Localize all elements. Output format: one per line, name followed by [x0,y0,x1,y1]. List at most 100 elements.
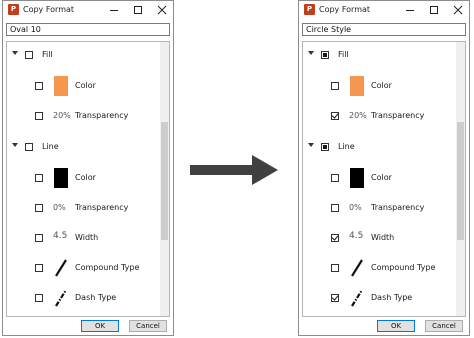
line-width-checkbox[interactable] [35,234,43,242]
line-color-checkbox[interactable] [331,174,339,182]
line-group-checkbox[interactable] [321,143,329,151]
transparency-value: 0% [349,203,362,212]
ok-button[interactable]: OK [377,320,415,332]
item-label: Transparency [371,111,425,120]
list-item-line-color[interactable]: Color [303,168,457,188]
compound-type-checkbox[interactable] [35,264,43,272]
compound-type-checkbox[interactable] [331,264,339,272]
line-color-preview [349,168,365,188]
shape-name-field[interactable] [302,23,466,36]
list-item-fill-color[interactable]: Color [7,76,161,96]
fill-group-checkbox[interactable] [321,51,329,59]
width-value: 4.5 [53,231,68,241]
collapse-triangle-icon[interactable] [12,143,18,147]
orange-color-swatch [54,76,68,96]
fill-group-checkbox[interactable] [25,51,33,59]
transparency-value: 0% [53,203,66,212]
group-label: Line [338,142,355,151]
fill-transparency-preview: 20% [349,106,367,126]
fill-transparency-checkbox[interactable] [35,112,43,120]
scrollbar-thumb[interactable] [161,122,168,240]
line-group-checkbox[interactable] [25,143,33,151]
item-label: Transparency [75,203,129,212]
black-color-swatch [54,168,68,188]
collapse-triangle-icon[interactable] [308,51,314,55]
list-item-dash-type[interactable]: Dash Type [303,288,457,308]
powerpoint-app-icon: P [304,4,315,15]
line-width-preview: 4.5 [349,228,365,248]
dash-type-checkbox[interactable] [35,294,43,302]
title-bar: P Copy Format [299,1,469,19]
group-label: Fill [42,50,53,59]
collapse-triangle-icon[interactable] [308,143,314,147]
dash-line-icon [349,288,365,308]
group-label: Fill [338,50,349,59]
item-label: Width [75,233,99,242]
close-icon[interactable] [451,3,465,17]
list-item-compound-type[interactable]: Compound Type [7,258,161,278]
item-label: Dash Type [75,293,117,302]
dash-line-icon [53,288,69,308]
compound-line-icon [349,258,365,278]
minimize-icon[interactable] [107,3,121,17]
line-transparency-checkbox[interactable] [35,204,43,212]
fill-color-checkbox[interactable] [35,82,43,90]
list-item-fill-transparency[interactable]: 20% Transparency [303,106,457,126]
minimize-icon[interactable] [403,3,417,17]
line-color-preview [53,168,69,188]
line-transparency-checkbox[interactable] [331,204,339,212]
maximize-icon[interactable] [131,3,145,17]
cancel-button[interactable]: Cancel [129,320,167,332]
line-color-checkbox[interactable] [35,174,43,182]
list-item-fill-transparency[interactable]: 20% Transparency [7,106,161,126]
maximize-icon[interactable] [427,3,441,17]
scrollbar-thumb[interactable] [457,122,464,240]
copy-format-window-before: P Copy Format Fill Color 20% Transparenc… [2,0,174,336]
format-options-list: Fill Color 20% Transparency Line Color 0… [302,41,466,317]
right-arrow-icon [190,155,278,185]
item-label: Transparency [371,203,425,212]
list-item-compound-type[interactable]: Compound Type [303,258,457,278]
powerpoint-app-icon: P [8,4,19,15]
vertical-scrollbar[interactable] [160,42,169,316]
list-item-fill-color[interactable]: Color [303,76,457,96]
group-row-fill[interactable]: Fill [7,45,161,65]
item-label: Compound Type [75,263,140,272]
item-label: Color [371,173,392,182]
collapse-triangle-icon[interactable] [12,51,18,55]
group-row-fill[interactable]: Fill [303,45,457,65]
item-label: Dash Type [371,293,413,302]
close-icon[interactable] [155,3,169,17]
group-row-line[interactable]: Line [303,137,457,157]
fill-transparency-checkbox[interactable] [331,112,339,120]
line-transparency-preview: 0% [349,198,365,218]
item-label: Color [75,81,96,90]
item-label: Compound Type [371,263,436,272]
compound-line-icon [53,258,69,278]
item-label: Color [75,173,96,182]
window-title: Copy Format [23,5,75,14]
vertical-scrollbar[interactable] [456,42,465,316]
dash-type-checkbox[interactable] [331,294,339,302]
group-row-line[interactable]: Line [7,137,161,157]
ok-button[interactable]: OK [81,320,119,332]
transparency-value: 20% [53,111,71,120]
line-width-checkbox[interactable] [331,234,339,242]
fill-color-checkbox[interactable] [331,82,339,90]
fill-transparency-preview: 20% [53,106,71,126]
line-transparency-preview: 0% [53,198,69,218]
list-item-line-transparency[interactable]: 0% Transparency [303,198,457,218]
orange-color-swatch [350,76,364,96]
copy-format-window-after: P Copy Format Fill Color 20% Transparenc… [298,0,470,336]
list-item-line-width[interactable]: 4.5 Width [7,228,161,248]
black-color-swatch [350,168,364,188]
cancel-button[interactable]: Cancel [425,320,463,332]
fill-color-preview [53,76,69,96]
group-label: Line [42,142,59,151]
list-item-line-width[interactable]: 4.5 Width [303,228,457,248]
list-item-dash-type[interactable]: Dash Type [7,288,161,308]
shape-name-field[interactable] [6,23,170,36]
list-item-line-color[interactable]: Color [7,168,161,188]
fill-color-preview [349,76,365,96]
list-item-line-transparency[interactable]: 0% Transparency [7,198,161,218]
